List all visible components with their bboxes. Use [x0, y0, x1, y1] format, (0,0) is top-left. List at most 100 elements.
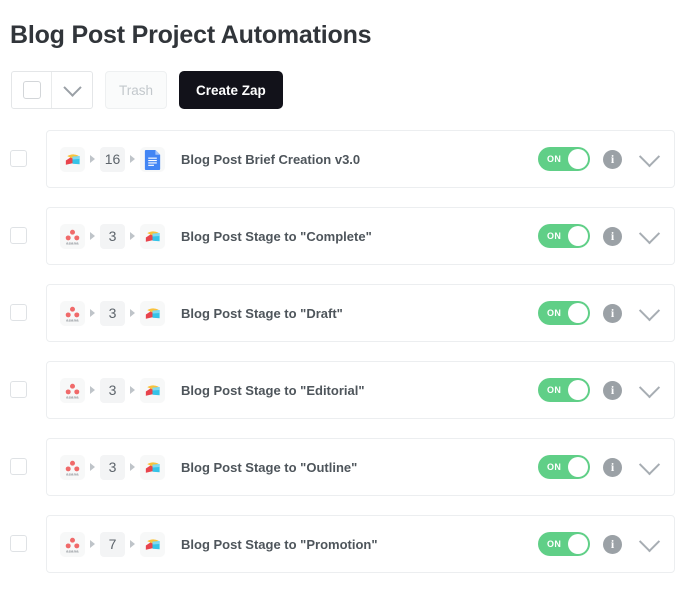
- asana-icon: asana: [60, 378, 85, 403]
- zap-card[interactable]: asana 3 Blog Post Stage to "Outline" ON i: [46, 438, 675, 496]
- toggle-knob: [568, 303, 588, 323]
- zap-card[interactable]: asana 3 Blog Post Stage to "Complete" ON i: [46, 207, 675, 265]
- zap-enabled-toggle[interactable]: ON: [538, 224, 590, 248]
- zap-step-count: 7: [100, 532, 125, 557]
- toggle-state-label: ON: [547, 455, 561, 479]
- chevron-down-icon[interactable]: [638, 225, 660, 247]
- arrow-right-icon: [125, 309, 140, 317]
- chevron-down-icon: [63, 78, 81, 96]
- select-all-group[interactable]: [11, 71, 93, 109]
- zap-row-checkbox[interactable]: [10, 381, 27, 398]
- svg-text:asana: asana: [66, 548, 79, 553]
- arrow-right-icon: [125, 155, 140, 163]
- toggle-state-label: ON: [547, 532, 561, 556]
- zap-card[interactable]: 16 Blog Post Brief Creation v3.0 ON i: [46, 130, 675, 188]
- arrow-right-icon: [85, 540, 100, 548]
- info-icon[interactable]: i: [603, 381, 622, 400]
- info-icon[interactable]: i: [603, 304, 622, 323]
- zap-row-checkbox[interactable]: [10, 304, 27, 321]
- zap-row-controls: ON i: [538, 455, 660, 479]
- zap-row-checkbox[interactable]: [10, 150, 27, 167]
- zap-name: Blog Post Stage to "Outline": [181, 460, 538, 475]
- arrow-right-icon: [85, 232, 100, 240]
- zap-enabled-toggle[interactable]: ON: [538, 378, 590, 402]
- list-toolbar: Trash Create Zap: [11, 71, 283, 109]
- asana-icon: asana: [60, 301, 85, 326]
- zap-step-count: 3: [100, 378, 125, 403]
- zap-enabled-toggle[interactable]: ON: [538, 301, 590, 325]
- checkbox-box: [23, 81, 41, 99]
- zap-row-checkbox[interactable]: [10, 458, 27, 475]
- zap-row: asana 7 Blog Post Stage to "Promotion"ON…: [0, 515, 699, 573]
- zap-enabled-toggle[interactable]: ON: [538, 532, 590, 556]
- zap-row-checkbox[interactable]: [10, 535, 27, 552]
- arrow-right-icon: [125, 540, 140, 548]
- arrow-right-icon: [125, 386, 140, 394]
- toggle-state-label: ON: [547, 301, 561, 325]
- chevron-down-icon[interactable]: [638, 148, 660, 170]
- asana-icon: asana: [60, 532, 85, 557]
- svg-text:asana: asana: [66, 394, 79, 399]
- toggle-knob: [568, 380, 588, 400]
- toggle-state-label: ON: [547, 147, 561, 171]
- zap-row: asana 3 Blog Post Stage to "Editorial"ON…: [0, 361, 699, 419]
- zap-enabled-toggle[interactable]: ON: [538, 147, 590, 171]
- arrow-right-icon: [85, 386, 100, 394]
- zap-row-controls: ON i: [538, 378, 660, 402]
- zap-card[interactable]: asana 3 Blog Post Stage to "Draft" ON i: [46, 284, 675, 342]
- select-all-checkbox[interactable]: [12, 72, 52, 108]
- toggle-knob: [568, 457, 588, 477]
- page-title: Blog Post Project Automations: [10, 18, 371, 52]
- arrow-right-icon: [125, 463, 140, 471]
- coschedule-icon: [140, 532, 165, 557]
- zap-name: Blog Post Stage to "Promotion": [181, 537, 538, 552]
- arrow-right-icon: [85, 463, 100, 471]
- svg-text:asana: asana: [66, 317, 79, 322]
- google-docs-icon: [140, 147, 165, 172]
- info-icon[interactable]: i: [603, 458, 622, 477]
- asana-icon: asana: [60, 224, 85, 249]
- info-icon[interactable]: i: [603, 535, 622, 554]
- zap-row: asana 3 Blog Post Stage to "Draft" ON i: [0, 284, 699, 342]
- create-zap-button[interactable]: Create Zap: [179, 71, 283, 109]
- zap-row-checkbox[interactable]: [10, 227, 27, 244]
- zap-name: Blog Post Stage to "Editorial": [181, 383, 538, 398]
- coschedule-icon: [140, 224, 165, 249]
- zap-row: asana 3 Blog Post Stage to "Complete" ON i: [0, 207, 699, 265]
- select-all-dropdown-button[interactable]: [52, 72, 92, 108]
- info-icon[interactable]: i: [603, 227, 622, 246]
- svg-text:asana: asana: [66, 240, 79, 245]
- toggle-state-label: ON: [547, 224, 561, 248]
- zap-name: Blog Post Brief Creation v3.0: [181, 152, 538, 167]
- zap-name: Blog Post Stage to "Complete": [181, 229, 538, 244]
- zap-row-controls: ON i: [538, 301, 660, 325]
- arrow-right-icon: [85, 309, 100, 317]
- zap-card[interactable]: asana 3 Blog Post Stage to "Editorial"ON…: [46, 361, 675, 419]
- coschedule-icon: [140, 378, 165, 403]
- zap-name: Blog Post Stage to "Draft": [181, 306, 538, 321]
- zap-enabled-toggle[interactable]: ON: [538, 455, 590, 479]
- info-icon[interactable]: i: [603, 150, 622, 169]
- trash-button[interactable]: Trash: [105, 71, 167, 109]
- zap-step-count: 3: [100, 301, 125, 326]
- zap-row-controls: ON i: [538, 147, 660, 171]
- chevron-down-icon[interactable]: [638, 456, 660, 478]
- zap-step-count: 3: [100, 455, 125, 480]
- coschedule-icon: [140, 301, 165, 326]
- svg-text:asana: asana: [66, 471, 79, 476]
- asana-icon: asana: [60, 455, 85, 480]
- zap-step-count: 3: [100, 224, 125, 249]
- toggle-knob: [568, 149, 588, 169]
- zap-step-count: 16: [100, 147, 125, 172]
- chevron-down-icon[interactable]: [638, 379, 660, 401]
- zap-row-controls: ON i: [538, 532, 660, 556]
- chevron-down-icon[interactable]: [638, 533, 660, 555]
- toggle-state-label: ON: [547, 378, 561, 402]
- zap-list: 16 Blog Post Brief Creation v3.0 ON i asan…: [0, 130, 699, 592]
- chevron-down-icon[interactable]: [638, 302, 660, 324]
- zap-row: 16 Blog Post Brief Creation v3.0 ON i: [0, 130, 699, 188]
- arrow-right-icon: [125, 232, 140, 240]
- toggle-knob: [568, 226, 588, 246]
- zap-card[interactable]: asana 7 Blog Post Stage to "Promotion"ON…: [46, 515, 675, 573]
- arrow-right-icon: [85, 155, 100, 163]
